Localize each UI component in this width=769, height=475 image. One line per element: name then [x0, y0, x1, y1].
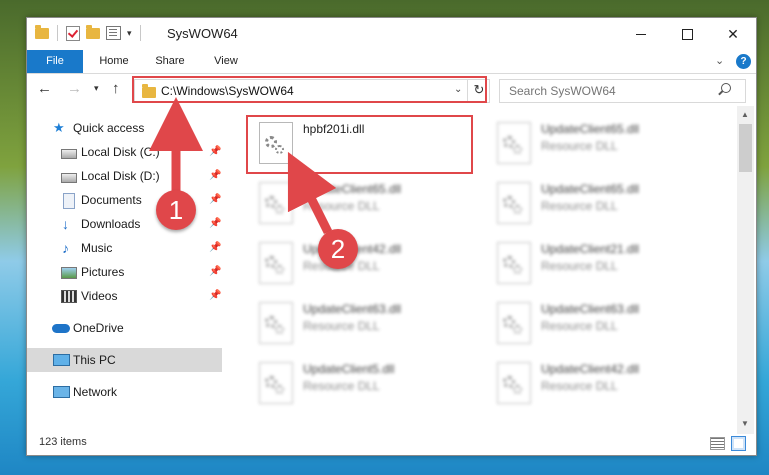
annotation-arrows: [149, 97, 337, 235]
step-marker-1: 1: [156, 190, 196, 230]
arrow-2: [287, 151, 337, 235]
step-marker-2: 2: [318, 229, 358, 269]
